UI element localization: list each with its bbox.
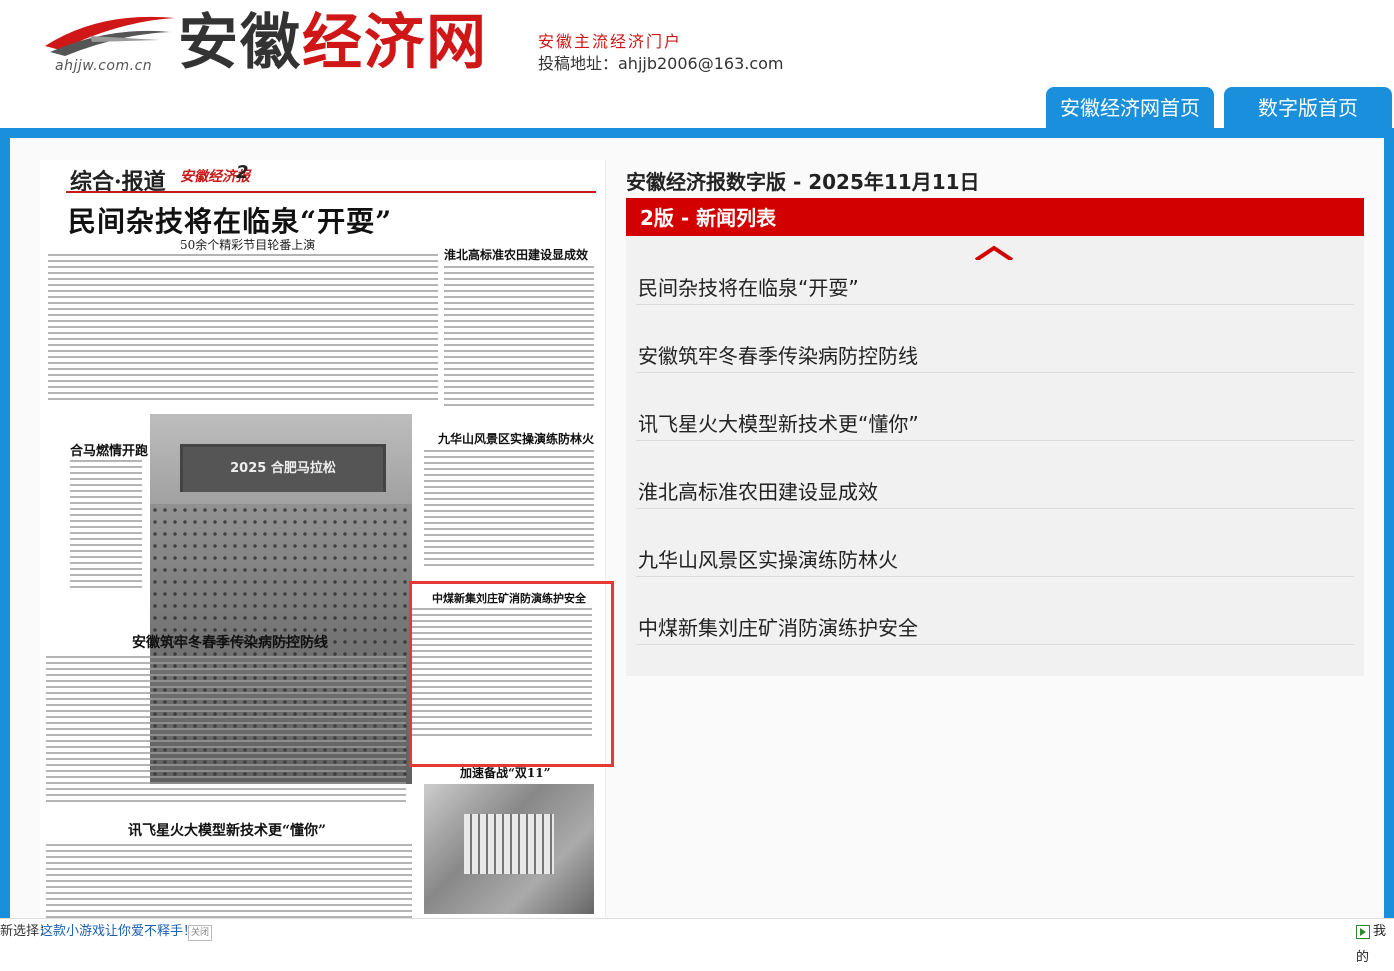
contact-email: 投稿地址：ahjjb2006@163.com — [538, 54, 784, 73]
tab-site-home[interactable]: 安徽经济网首页 — [1046, 87, 1214, 128]
play-icon — [1356, 924, 1370, 939]
lead-headline[interactable]: 民间杂技将在临泉“开耍” — [68, 200, 392, 240]
lead-subheadline: 50余个精彩节目轮番上演 — [180, 238, 316, 252]
news-list-header: 2版 - 新闻列表 — [626, 198, 1364, 236]
news-item-label: 讯飞星火大模型新技术更“懂你” — [638, 411, 919, 436]
bottom-notification-bar: 新选择： 这款小游戏让你爱不释手！ 关闭 我的 — [0, 918, 1394, 965]
page-number: 2 — [236, 162, 249, 183]
news-list: 民间杂技将在临泉“开耍” 安徽筑牢冬春季传染病防控防线 讯飞星火大模型新技术更“… — [626, 236, 1364, 676]
news-item-label: 民间杂技将在临泉“开耍” — [638, 275, 859, 300]
logo-swoosh-icon — [45, 16, 175, 56]
section-rule — [66, 191, 596, 193]
bottom-right-link[interactable]: 我的 — [1356, 919, 1394, 971]
article-title-huaibei[interactable]: 淮北高标准农田建设显成效 — [444, 246, 588, 263]
article-title-jiuhuashan[interactable]: 九华山风景区实操演练防林火 — [438, 430, 594, 447]
news-item-label: 安徽筑牢冬春季传染病防控防线 — [638, 343, 918, 368]
warehouse-photo[interactable] — [424, 784, 594, 914]
news-list-item[interactable]: 淮北高标准农田建设显成效 — [636, 442, 1354, 509]
news-list-item[interactable]: 中煤新集刘庄矿消防演练护安全 — [636, 578, 1354, 645]
news-item-label: 中煤新集刘庄矿消防演练护安全 — [638, 615, 918, 640]
logo-name-part2: 经济网 — [302, 8, 488, 78]
tab-digital-home[interactable]: 数字版首页 — [1224, 87, 1392, 128]
bottom-close-button[interactable]: 关闭 — [188, 925, 212, 941]
header-divider — [0, 128, 1394, 138]
news-item-label: 九华山风景区实操演练防林火 — [638, 547, 898, 572]
site-logo[interactable]: 安徽经济网 — [178, 8, 488, 78]
article-text-hema[interactable] — [70, 460, 142, 590]
bottom-promo-link[interactable]: 这款小游戏让你爱不释手！ — [40, 919, 196, 945]
left-frame — [0, 128, 10, 928]
lead-article-text[interactable] — [48, 254, 438, 404]
news-item-label: 淮北高标准农田建设显成效 — [638, 479, 878, 504]
logo-url: ahjjw.com.cn — [55, 58, 153, 74]
selected-article-highlight[interactable] — [409, 581, 614, 767]
article-text-huaibei[interactable] — [444, 266, 594, 406]
photo-building — [464, 814, 554, 874]
article-title-anhui-disease[interactable]: 安徽筑牢冬春季传染病防控防线 — [132, 632, 328, 652]
site-slogan: 安徽主流经济门户 — [538, 32, 683, 51]
edition-title: 安徽经济报数字版 - 2025年11月11日 — [626, 170, 980, 194]
news-list-item[interactable]: 民间杂技将在临泉“开耍” — [636, 238, 1354, 305]
article-text-anhui-disease[interactable] — [46, 656, 406, 806]
site-header: ahjjw.com.cn 安徽经济网 安徽主流经济门户 投稿地址：ahjjb20… — [0, 0, 1394, 128]
article-title-iflytek[interactable]: 讯飞星火大模型新技术更“懂你” — [128, 820, 326, 840]
news-list-item[interactable]: 安徽筑牢冬春季传染病防控防线 — [636, 306, 1354, 373]
article-text-jiuhuashan[interactable] — [424, 450, 594, 570]
newspaper-page-image[interactable]: 综合·报道 安徽经济报 2 民间杂技将在临泉“开耍” 50余个精彩节目轮番上演 … — [40, 160, 606, 930]
news-list-item[interactable]: 讯飞星火大模型新技术更“懂你” — [636, 374, 1354, 441]
article-title-hema[interactable]: 合马燃情开跑 — [70, 440, 148, 459]
news-list-item[interactable]: 九华山风景区实操演练防林火 — [636, 510, 1354, 577]
photo-arch: 2025 合肥马拉松 — [180, 444, 386, 492]
right-frame — [1384, 128, 1394, 928]
logo-name-part1: 安徽 — [178, 8, 302, 78]
